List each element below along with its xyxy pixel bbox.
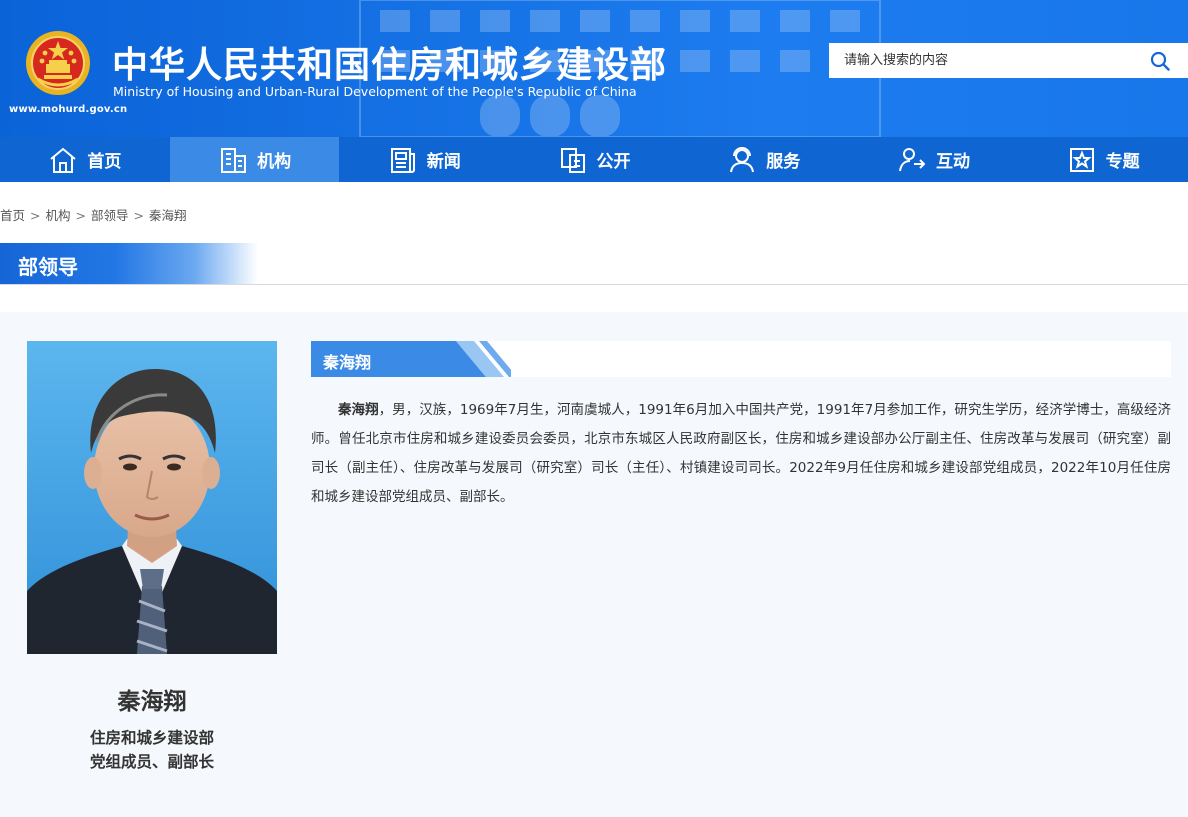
breadcrumb-separator: > (75, 208, 86, 223)
nav-item-label: 首页 (87, 152, 122, 172)
site-header: www.mohurd.gov.cn 中华人民共和国住房和城乡建设部 Minist… (0, 0, 1188, 137)
nav-item-topics[interactable]: 专题 (1018, 137, 1188, 182)
site-subtitle: Ministry of Housing and Urban-Rural Deve… (113, 84, 637, 99)
leader-portrait-image (27, 341, 277, 654)
leader-position-line-2: 党组成员、副部长 (89, 753, 214, 771)
breadcrumb-organization[interactable]: 机构 (46, 208, 71, 223)
nav-item-public[interactable]: 公开 (509, 137, 679, 182)
section-title: 部领导 (18, 255, 78, 279)
interaction-icon (898, 147, 926, 171)
nav-item-organization[interactable]: 机构 (169, 137, 340, 182)
nav-item-label: 服务 (766, 152, 801, 172)
bio-body: ，男，汉族，1969年7月生，河南虞城人，1991年6月加入中国共产党，1991… (311, 402, 1172, 505)
search-input[interactable] (829, 43, 1139, 78)
breadcrumb-leaders[interactable]: 部领导 (91, 208, 129, 223)
news-icon (390, 147, 415, 173)
leader-biography: 秦海翔，男，汉族，1969年7月生，河南虞城人，1991年6月加入中国共产党，1… (311, 396, 1171, 512)
bio-name: 秦海翔 (338, 402, 379, 418)
breadcrumb-current: 秦海翔 (149, 208, 187, 223)
breadcrumb: 首页 > 机构 > 部领导 > 秦海翔 (0, 205, 187, 224)
site-title[interactable]: 中华人民共和国住房和城乡建设部 (112, 36, 667, 88)
leader-profile: 秦海翔 住房和城乡建设部 党组成员、副部长 秦海翔 秦海翔，男，汉族，1969年… (0, 312, 1188, 817)
documents-icon (560, 147, 585, 173)
section-header: 部领导 (0, 243, 258, 284)
search-box (829, 43, 1188, 78)
leader-position-line-1: 住房和城乡建设部 (89, 729, 214, 747)
national-emblem-icon (26, 31, 90, 95)
nav-item-service[interactable]: 服务 (679, 137, 849, 182)
building-icon (221, 147, 247, 173)
nav-item-label: 互动 (935, 152, 970, 172)
search-icon[interactable] (1150, 51, 1170, 71)
breadcrumb-separator: > (30, 208, 41, 223)
nav-item-label: 新闻 (426, 152, 461, 172)
nav-item-news[interactable]: 新闻 (339, 137, 509, 182)
nav-item-label: 机构 (257, 152, 292, 172)
breadcrumb-separator: > (133, 208, 144, 223)
nav-item-label: 专题 (1105, 152, 1140, 172)
bio-tab-title: 秦海翔 (323, 353, 372, 372)
bio-header: 秦海翔 (311, 341, 1171, 377)
service-icon (730, 146, 755, 172)
main-nav: 首页 机构 新闻 公开 服务 互动 专题 (0, 137, 1188, 182)
nav-item-label: 公开 (596, 152, 631, 172)
breadcrumb-home[interactable]: 首页 (0, 208, 25, 223)
section-divider (0, 284, 1188, 285)
nav-item-interaction[interactable]: 互动 (849, 137, 1019, 182)
nav-item-home[interactable]: 首页 (0, 137, 170, 182)
home-icon (50, 147, 76, 173)
leader-name: 秦海翔 (117, 689, 187, 715)
site-url: www.mohurd.gov.cn (9, 104, 128, 115)
leader-position: 住房和城乡建设部 党组成员、副部长 (27, 726, 277, 774)
star-icon (1069, 147, 1094, 172)
